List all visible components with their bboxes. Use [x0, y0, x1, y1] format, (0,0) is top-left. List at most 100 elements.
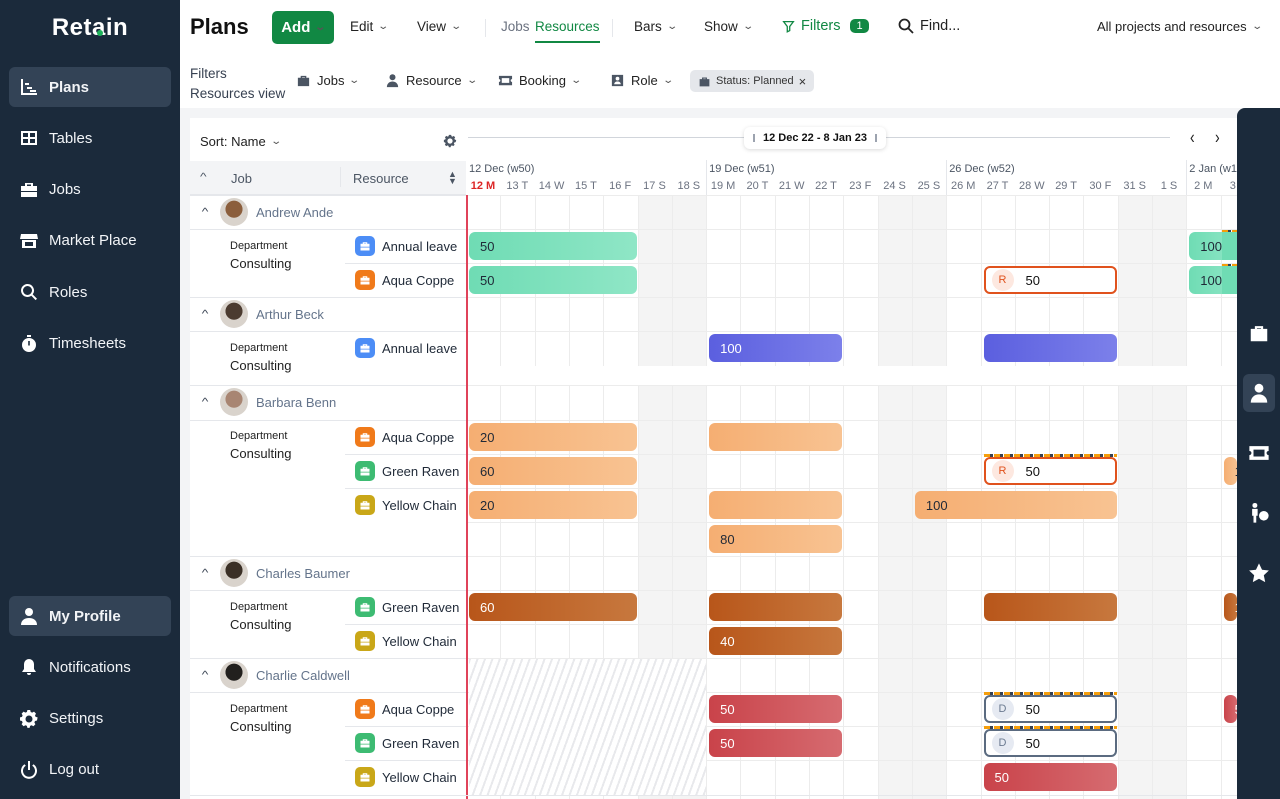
person-row[interactable]: ^ Andrew Ande — [190, 195, 333, 229]
booking-bar[interactable]: 50 — [709, 729, 843, 757]
rail-roles[interactable] — [1243, 494, 1275, 532]
tab-jobs[interactable]: Jobs — [501, 19, 530, 34]
sidebar-item-plans[interactable]: Plans — [9, 67, 171, 107]
sidebar-item-log-out[interactable]: Log out — [9, 750, 171, 790]
booking-bar[interactable]: 40 — [709, 627, 843, 655]
person-row[interactable]: ^ Arthur Beck — [190, 297, 324, 331]
tab-resources[interactable]: Resources — [535, 19, 600, 43]
column-job[interactable]: Job — [231, 171, 252, 186]
person-name[interactable]: Arthur Beck — [256, 307, 324, 322]
rail-bookings[interactable] — [1243, 434, 1275, 472]
drag-handle-icon[interactable] — [753, 134, 756, 142]
resource-row[interactable]: Yellow Chain — [355, 760, 457, 794]
show-menu[interactable]: Show ⌄ — [704, 19, 754, 34]
add-button[interactable]: Add ⌄ — [272, 11, 334, 44]
resource-row[interactable]: Yellow Chain — [355, 488, 457, 522]
booking-bar[interactable]: 60 — [469, 593, 637, 621]
sort-dropdown[interactable]: Sort: Name ⌄ — [200, 134, 282, 149]
person-row[interactable]: ^ Charlie Caldwell — [190, 658, 350, 692]
booking-bar[interactable]: 5 — [1223, 695, 1242, 723]
role-filter[interactable]: Role ⌄ — [610, 73, 674, 88]
resource-row[interactable]: Aqua Coppe — [355, 420, 454, 454]
booking-bar[interactable] — [1222, 266, 1237, 294]
sort-icon[interactable]: ▲ ▼ — [448, 170, 457, 186]
jobs-filter[interactable]: Jobs ⌄ — [296, 73, 361, 88]
collapse-icon[interactable]: ^ — [184, 397, 226, 408]
sidebar-item-jobs[interactable]: Jobs — [9, 170, 171, 210]
collapse-icon[interactable]: ^ — [184, 568, 226, 579]
booking-filter[interactable]: Booking ⌄ — [498, 73, 582, 88]
booking-bar[interactable]: R 50 — [983, 266, 1117, 294]
sidebar-item-tables[interactable]: Tables — [9, 118, 171, 158]
booking-bar[interactable]: R 50 — [983, 457, 1117, 485]
rail-favourites[interactable] — [1243, 554, 1275, 592]
resource-row[interactable]: Annual leave — [355, 229, 457, 263]
column-resource[interactable]: Resource — [353, 171, 409, 186]
booking-bar[interactable]: 20 — [469, 491, 637, 519]
day-column[interactable] — [1152, 195, 1187, 799]
day-column[interactable] — [843, 195, 877, 799]
person-row[interactable]: ^ Charles Baumer — [190, 556, 350, 590]
resource-row[interactable]: Yellow Chain — [355, 624, 457, 658]
booking-bar[interactable]: 1 — [1223, 457, 1242, 485]
day-column[interactable] — [1117, 195, 1152, 799]
scope-select[interactable]: All projects and resources ⌄ — [1097, 19, 1263, 34]
resource-row[interactable]: Green Raven — [355, 454, 459, 488]
booking-bar[interactable]: D 50 — [983, 695, 1117, 723]
drag-handle-icon[interactable] — [874, 134, 877, 142]
booking-bar[interactable] — [709, 491, 843, 519]
timeline-range-handle[interactable]: 12 Dec 22 - 8 Jan 23 — [744, 127, 886, 149]
booking-bar[interactable]: 100 — [709, 334, 843, 362]
booking-bar[interactable] — [1222, 232, 1237, 260]
collapse-icon[interactable]: ^ — [184, 309, 226, 320]
gear-icon[interactable] — [443, 134, 457, 148]
collapse-all-icon[interactable]: ^ — [200, 172, 207, 183]
bars-menu[interactable]: Bars ⌄ — [634, 19, 678, 34]
next-arrow-icon[interactable]: › — [1215, 127, 1220, 148]
filters-count-badge: 1 — [850, 19, 869, 33]
sidebar-item-timesheets[interactable]: Timesheets — [9, 324, 171, 364]
booking-bar[interactable]: 50 — [983, 763, 1117, 791]
sidebar-item-my-profile[interactable]: My Profile — [9, 596, 171, 636]
find-button[interactable]: Find... — [898, 18, 960, 34]
person-name[interactable]: Barbara Benn — [256, 395, 336, 410]
sidebar-item-notifications[interactable]: Notifications — [9, 647, 171, 687]
booking-bar[interactable] — [709, 593, 843, 621]
rail-resources[interactable] — [1243, 374, 1275, 412]
day-column[interactable] — [877, 195, 912, 799]
person-name[interactable]: Andrew Ande — [256, 205, 333, 220]
person-name[interactable]: Charles Baumer — [256, 566, 350, 581]
booking-bar[interactable] — [983, 593, 1117, 621]
resource-filter[interactable]: Resource ⌄ — [385, 73, 478, 88]
filters-button[interactable]: Filters 1 — [782, 18, 869, 34]
sidebar-item-market-place[interactable]: Market Place — [9, 221, 171, 261]
resource-row[interactable]: Annual leave — [355, 331, 457, 365]
status-filter-chip[interactable]: Status: Planned × — [690, 70, 815, 92]
booking-bar[interactable] — [983, 334, 1117, 362]
close-icon[interactable]: × — [799, 74, 807, 89]
resource-row[interactable]: Aqua Coppe — [355, 263, 454, 297]
resource-row[interactable]: Green Raven — [355, 590, 459, 624]
sidebar-item-settings[interactable]: Settings — [9, 699, 171, 739]
edit-menu[interactable]: Edit ⌄ — [350, 19, 389, 34]
view-menu[interactable]: View ⌄ — [417, 19, 462, 34]
booking-bar[interactable]: 20 — [469, 423, 637, 451]
person-name[interactable]: Charlie Caldwell — [256, 668, 350, 683]
booking-bar[interactable]: 80 — [709, 525, 843, 553]
booking-bar[interactable]: 50 — [709, 695, 843, 723]
booking-bar[interactable]: 60 — [469, 457, 637, 485]
booking-bar[interactable]: 50 — [469, 266, 637, 294]
booking-bar[interactable]: 1 — [1223, 593, 1242, 621]
prev-arrow-icon[interactable]: ‹ — [1190, 127, 1195, 148]
collapse-icon[interactable]: ^ — [184, 207, 226, 218]
booking-bar[interactable]: D 50 — [983, 729, 1117, 757]
booking-bar[interactable] — [709, 423, 843, 451]
collapse-icon[interactable]: ^ — [184, 670, 226, 681]
resource-row[interactable]: Aqua Coppe — [355, 692, 454, 726]
person-row[interactable]: ^ Barbara Benn — [190, 385, 336, 419]
resource-row[interactable]: Green Raven — [355, 726, 459, 760]
booking-bar[interactable]: 50 — [469, 232, 637, 260]
rail-jobs[interactable] — [1243, 314, 1275, 352]
sidebar-item-roles[interactable]: Roles — [9, 272, 171, 312]
booking-bar[interactable]: 100 — [914, 491, 1117, 519]
